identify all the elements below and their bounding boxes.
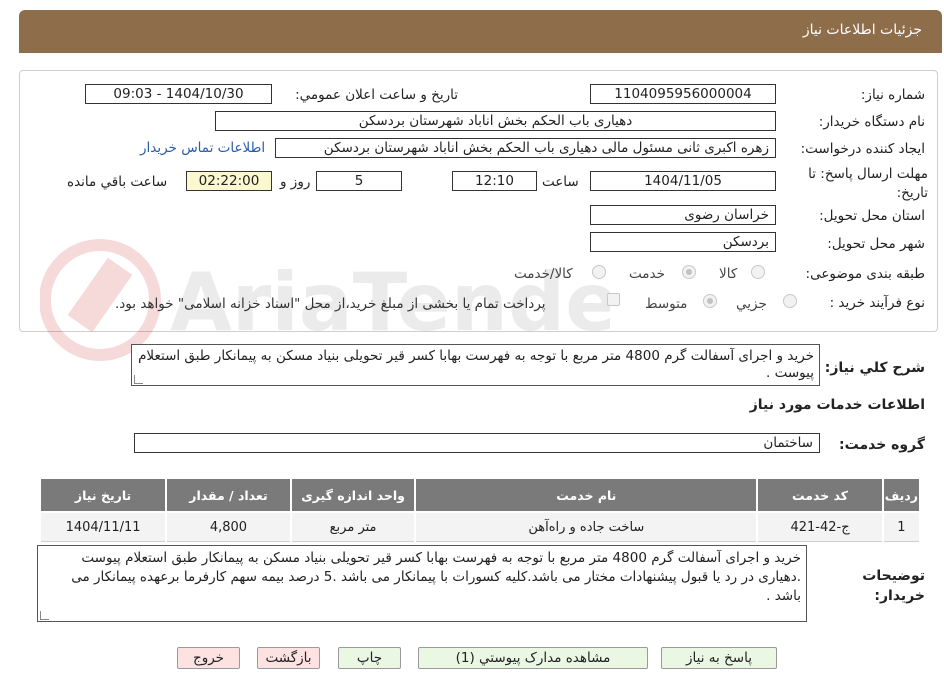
- cell-row: 1: [881, 511, 922, 542]
- exit-button[interactable]: خروج: [177, 647, 240, 669]
- buyer-notes-textarea[interactable]: خرید و اجرای آسفالت گرم 4800 متر مربع با…: [37, 545, 807, 622]
- process-option-minor: جزيي: [736, 296, 767, 312]
- summary-text: خرید و اجرای آسفالت گرم 4800 متر مربع با…: [138, 348, 814, 381]
- announce-date-field: 1404/10/30 - 09:03: [85, 84, 272, 104]
- resize-handle-icon[interactable]: [40, 611, 49, 620]
- deadline-date-field: 1404/11/05: [590, 171, 776, 191]
- deadline-time-label: ساعت: [542, 174, 579, 190]
- page-title: جزئيات اطلاعات نياز: [802, 22, 922, 38]
- city-field: بردسکن: [590, 232, 776, 252]
- services-section-title: اطلاعات خدمات مورد نياز: [749, 397, 925, 413]
- category-radio-goods-service[interactable]: [592, 265, 606, 279]
- process-radio-medium[interactable]: [703, 294, 717, 308]
- col-header-row: رديف: [881, 477, 922, 513]
- need-number-label: شماره نياز:: [860, 87, 925, 103]
- page-header: جزئيات اطلاعات نياز: [19, 10, 942, 53]
- process-label: نوع فرآيند خريد :: [829, 295, 925, 311]
- print-button[interactable]: چاپ: [338, 647, 401, 669]
- resize-handle-icon[interactable]: [134, 375, 143, 384]
- col-header-date: تاريخ نياز: [38, 477, 168, 513]
- col-header-quantity: تعداد / مقدار: [165, 477, 292, 513]
- deadline-label: مهلت ارسال پاسخ: تا تاريخ:: [808, 166, 928, 201]
- province-field: خراسان رضوی: [590, 205, 776, 225]
- summary-textarea[interactable]: خرید و اجرای آسفالت گرم 4800 متر مربع با…: [131, 344, 820, 386]
- process-radio-minor[interactable]: [783, 294, 797, 308]
- category-option-goods: کالا: [719, 266, 738, 282]
- services-table: رديف کد خدمت نام خدمت واحد اندازه گيری ت…: [38, 477, 922, 542]
- buyer-org-field: دهیاری باب الحکم بخش اناباد شهرستان بردس…: [215, 111, 776, 131]
- cell-quantity: 4,800: [165, 511, 292, 542]
- buyer-notes-label: توضيحات خريدار:: [862, 568, 925, 604]
- treasury-payment-checkbox[interactable]: [607, 293, 620, 306]
- cell-unit: متر مربع: [289, 511, 417, 542]
- buyer-org-label: نام دستگاه خريدار:: [818, 114, 925, 130]
- col-header-unit: واحد اندازه گيری: [289, 477, 417, 513]
- summary-label: شرح کلي نياز:: [824, 360, 925, 376]
- back-button[interactable]: بازگشت: [257, 647, 320, 669]
- remaining-days-field: 5: [316, 171, 402, 191]
- table-row: 1 ج-42-421 ساخت جاده و راه‌آهن متر مربع …: [38, 511, 922, 542]
- buyer-contact-link[interactable]: اطلاعات تماس خريدار: [140, 140, 265, 156]
- requester-label: ايجاد کننده درخواست:: [800, 141, 925, 157]
- service-group-field: ساختمان: [134, 433, 820, 453]
- view-attachments-button[interactable]: مشاهده مدارک پيوستي (1): [418, 647, 648, 669]
- remaining-time-field: 02:22:00: [186, 171, 272, 191]
- requester-field: زهره اکبری ثانی مسئول مالی دهیاری باب ال…: [275, 138, 776, 158]
- cell-date: 1404/11/11: [38, 511, 168, 542]
- city-label: شهر محل تحويل:: [827, 236, 925, 252]
- category-option-service: خدمت: [629, 266, 665, 282]
- reply-button[interactable]: پاسخ به نياز: [661, 647, 777, 669]
- announce-date-label: تاريخ و ساعت اعلان عمومي:: [295, 87, 458, 103]
- category-radio-service[interactable]: [682, 265, 696, 279]
- category-option-goods-service: کالا/خدمت: [514, 266, 573, 282]
- col-header-code: کد خدمت: [756, 477, 884, 513]
- need-number-field: 1104095956000004: [590, 84, 776, 104]
- category-radio-goods[interactable]: [751, 265, 765, 279]
- category-label: طبقه بندی موضوعی:: [805, 266, 925, 282]
- days-label: روز و: [280, 174, 311, 190]
- cell-code: ج-42-421: [756, 511, 884, 542]
- service-group-label: گروه خدمت:: [839, 437, 925, 453]
- cell-name: ساخت جاده و راه‌آهن: [414, 511, 759, 542]
- buyer-notes-text: خرید و اجرای آسفالت گرم 4800 متر مربع با…: [71, 550, 801, 604]
- process-option-medium: متوسط: [645, 296, 688, 312]
- remaining-time-label: ساعت باقي مانده: [67, 174, 168, 190]
- province-label: استان محل تحويل:: [819, 208, 925, 224]
- treasury-payment-note: پرداخت تمام يا بخشی از مبلغ خريد،از محل …: [115, 296, 546, 312]
- col-header-name: نام خدمت: [414, 477, 759, 513]
- deadline-time-field: 12:10: [452, 171, 537, 191]
